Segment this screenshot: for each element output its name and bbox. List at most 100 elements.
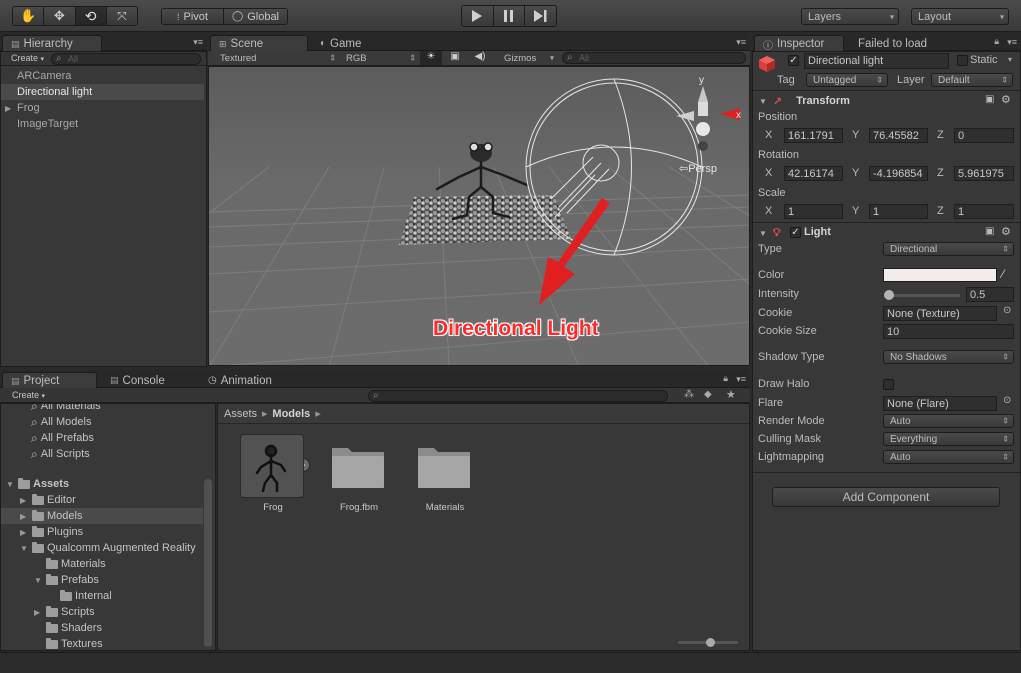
tab-hierarchy[interactable]: ▤ Hierarchy [2,35,102,52]
folder-tree-item[interactable]: Shaders [1,620,203,636]
light-type-dropdown[interactable]: Directional ⇕ [883,242,1014,256]
panel-menu-icon[interactable]: ▾≡ [193,37,203,48]
favorite-search-item[interactable]: ⌕ All Prefabs [1,430,94,446]
tab-failed-to-load[interactable]: Failed to load [850,35,960,52]
expand-arrow-icon[interactable]: ▶ [20,512,29,521]
color-mode-dropdown[interactable]: RGB ⇕ [340,51,420,65]
eyedropper-icon[interactable]: ⁄ [1002,267,1004,281]
intensity-slider-thumb[interactable] [884,290,894,300]
gear-icon[interactable]: ⚙ [1001,93,1011,106]
scale-tool-icon[interactable]: ⤧ [106,7,137,25]
tab-inspector[interactable]: ⓘ Inspector [754,35,844,52]
layers-dropdown[interactable]: Layers ▾ [801,8,899,25]
render-mode-dropdown[interactable]: Textured ⇕ [214,51,340,65]
scene-search-input[interactable]: All [562,52,746,64]
folder-tree-item[interactable]: ▼ Qualcomm Augmented Reality [1,540,203,556]
shadow-type-dropdown[interactable]: No Shadows ⇕ [883,350,1014,364]
audio-toggle-icon[interactable]: ◀) [469,51,491,65]
lighting-toggle-icon[interactable]: ☀ [420,51,442,65]
rotation-x-field[interactable]: 42.16174 [784,166,843,181]
intensity-field[interactable]: 0.5 [966,287,1014,302]
tab-project[interactable]: ▤ Project [2,372,97,389]
scale-y-field[interactable]: 1 [869,204,928,219]
scale-x-field[interactable]: 1 [784,204,843,219]
hierarchy-create-button[interactable]: Create ▾ [11,53,44,63]
cookie-size-field[interactable]: 10 [883,324,1014,339]
tab-animation[interactable]: ◷ Animation [200,372,300,389]
gear-icon[interactable]: ⚙ [1001,225,1011,238]
favorite-search-item[interactable]: ⌕ All Scripts [1,446,90,462]
lock-icon[interactable]: 🔒︎ [723,373,728,384]
folder-tree-item[interactable]: ▼ Assets [1,476,203,492]
lightmapping-dropdown[interactable]: Auto ⇕ [883,450,1014,464]
object-name-field[interactable]: Directional light [804,53,949,69]
hierarchy-item[interactable]: Directional light [1,84,204,100]
intensity-slider[interactable] [884,290,960,300]
light-enabled-checkbox[interactable]: ✓ [790,227,801,238]
favorite-star-icon[interactable]: ★ [726,388,736,401]
image-toggle-icon[interactable]: ▣ [444,51,466,65]
step-button[interactable] [525,6,556,26]
expand-arrow-icon[interactable]: ▼ [20,544,29,553]
layer-dropdown[interactable]: Default ⇕ [931,73,1013,87]
expand-arrow-icon[interactable]: ▶ [5,104,14,113]
tab-console[interactable]: ▤ Console [102,372,192,389]
folder-tree-item[interactable]: ▼ Prefabs [1,572,203,588]
expand-arrow-icon[interactable]: ▶ [20,528,29,537]
position-x-field[interactable]: 161.1791 [784,128,843,143]
folder-tree-item[interactable]: ▶ Editor [1,492,203,508]
move-tool-icon[interactable]: ✥ [44,7,76,25]
help-icon[interactable]: ▣ [985,94,994,105]
tab-scene[interactable]: ⊞ Scene [210,35,308,52]
panel-menu-icon[interactable]: ▾≡ [736,37,746,48]
scale-z-field[interactable]: 1 [954,204,1014,219]
flare-field[interactable]: None (Flare) [883,396,997,411]
global-toggle[interactable]: ◯ Global [224,9,287,24]
expand-arrow-icon[interactable]: ▼ [34,576,43,585]
filter-type-icon[interactable]: ⁂ [684,389,694,400]
tab-game[interactable]: ◐ Game [312,35,392,52]
play-button[interactable] [462,6,494,26]
rotation-y-field[interactable]: -4.196854 [869,166,928,181]
folder-tree-item[interactable]: Internal [1,588,203,604]
folder-tree-item[interactable]: ▶ Plugins [1,524,203,540]
hand-tool-icon[interactable]: ✋ [13,7,45,25]
zoom-slider[interactable] [678,638,738,647]
tree-scrollbar[interactable] [204,479,212,647]
draw-halo-checkbox[interactable] [883,379,894,390]
pause-button[interactable] [493,6,526,26]
hierarchy-item[interactable]: ImageTarget [1,116,204,132]
render-mode-dropdown[interactable]: Auto ⇕ [883,414,1014,428]
favorite-search-item[interactable]: ⌕ All Materials [1,404,101,414]
asset-item[interactable]: Frog.fbm [324,434,394,514]
gizmos-dropdown[interactable]: Gizmos ▾ [498,51,558,65]
hierarchy-item[interactable]: ARCamera [1,68,204,84]
static-checkbox[interactable] [957,55,968,66]
layout-dropdown[interactable]: Layout ▾ [911,8,1009,25]
rotation-z-field[interactable]: 5.961975 [954,166,1014,181]
help-icon[interactable]: ▣ [985,226,994,237]
hierarchy-item[interactable]: ▶ Frog [1,100,204,116]
expand-arrow-icon[interactable]: ▶ [20,496,29,505]
expand-arrow-icon[interactable]: ▶ [34,608,43,617]
project-create-button[interactable]: Create ▾ [12,390,45,400]
filter-label-icon[interactable]: ◆ [704,389,712,400]
transform-header[interactable]: ▼ ↗ Transform [754,92,1019,110]
object-picker-icon[interactable]: ⊙ [1003,305,1011,316]
lock-icon[interactable]: 🔒︎ [994,36,999,47]
project-search-input[interactable] [368,390,668,402]
folder-tree-item[interactable]: Materials [1,556,203,572]
hierarchy-search-input[interactable]: All [51,53,201,65]
rotate-tool-icon[interactable]: ⟲ [75,7,107,25]
position-y-field[interactable]: 76.45582 [869,128,928,143]
tag-dropdown[interactable]: Untagged ⇕ [806,73,888,87]
folder-tree-item[interactable]: Textures [1,636,203,650]
zoom-slider-thumb[interactable] [706,638,715,647]
breadcrumb-models[interactable]: Models [272,408,310,420]
panel-menu-icon[interactable]: ▾≡ [1007,37,1017,48]
static-dropdown-icon[interactable]: ▾ [1008,55,1012,64]
breadcrumb-assets[interactable]: Assets [224,408,257,420]
add-component-button[interactable]: Add Component [772,487,1000,507]
asset-item[interactable]: ▶Frog [238,434,310,514]
object-picker-icon[interactable]: ⊙ [1003,395,1011,406]
